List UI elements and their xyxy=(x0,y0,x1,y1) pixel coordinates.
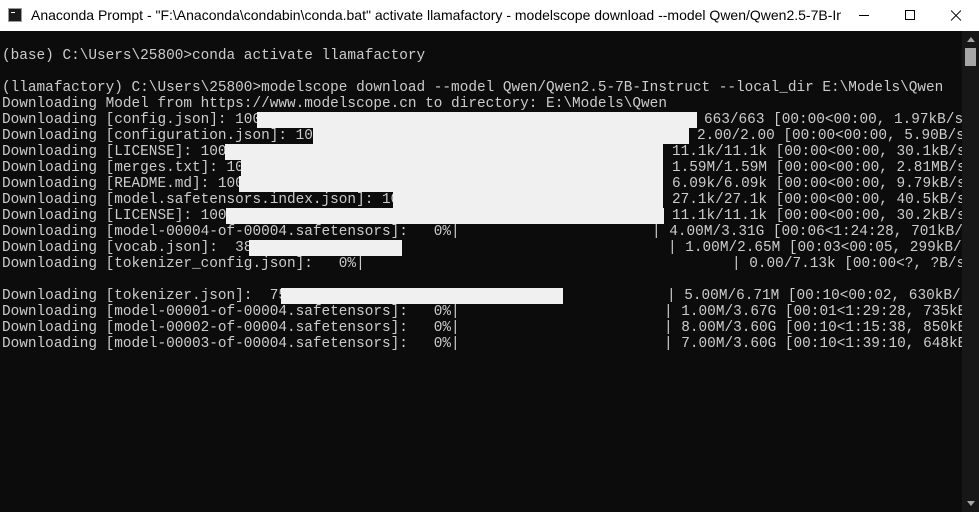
download-label: Downloading [LICENSE]: 100%| xyxy=(2,208,244,224)
download-label: Downloading [model.safetensors.index.jso… xyxy=(2,192,426,208)
terminal-window: Anaconda Prompt - "F:\Anaconda\condabin\… xyxy=(0,0,979,512)
download-stats: | 5.00M/6.71M [00:10<00:02, 630kB/s] xyxy=(667,288,962,304)
download-label: Downloading [configuration.json]: 100%| xyxy=(2,128,339,144)
scroll-up-icon[interactable] xyxy=(962,31,979,48)
info-line: Downloading Model from https://www.model… xyxy=(2,96,667,112)
download-stats: | 7.00M/3.60G [00:10<1:39:10, 648kB/s] xyxy=(664,336,962,352)
progress-bar-fill xyxy=(313,128,689,144)
progress-bar-fill xyxy=(257,112,697,128)
progress-bar-fill xyxy=(226,208,664,224)
download-stats: | 1.00M/3.67G [00:01<1:29:28, 735kB/s] xyxy=(664,304,962,320)
download-stats: 11.1k/11.1k [00:00<00:00, 30.1kB/s] xyxy=(672,144,962,160)
download-label: Downloading [README.md]: 100%| xyxy=(2,176,262,192)
window-title: Anaconda Prompt - "F:\Anaconda\condabin\… xyxy=(31,7,841,23)
download-stats: 11.1k/11.1k [00:00<00:00, 30.2kB/s] xyxy=(672,208,962,224)
download-stats: 1.59M/1.59M [00:00<00:00, 2.81MB/s] xyxy=(672,160,962,176)
download-label: Downloading [tokenizer.json]: 75%| xyxy=(2,288,305,304)
terminal-icon[interactable] xyxy=(8,8,22,22)
download-stats: 6.09k/6.09k [00:00<00:00, 9.79kB/s] xyxy=(672,176,962,192)
download-stats: | 8.00M/3.60G [00:10<1:15:38, 850kB/s] xyxy=(664,320,962,336)
download-stats: | 4.00M/3.31G [00:06<1:24:28, 701kB/s] xyxy=(652,224,962,240)
download-stats: | 1.00M/2.65M [00:03<00:05, 299kB/s] xyxy=(668,240,962,256)
download-label: Downloading [model-00003-of-00004.safete… xyxy=(2,336,460,352)
prompt-line: (base) C:\Users\25800>conda activate lla… xyxy=(2,48,426,64)
minimize-icon[interactable] xyxy=(841,0,887,31)
download-label: Downloading [model-00004-of-00004.safete… xyxy=(2,224,460,240)
download-stats: 2.00/2.00 [00:00<00:00, 5.90B/s] xyxy=(697,128,962,144)
scroll-thumb[interactable] xyxy=(965,48,976,66)
progress-bar-fill xyxy=(281,288,563,304)
download-stats: | 0.00/7.13k [00:00<?, ?B/s] xyxy=(732,256,962,272)
progress-bar-fill xyxy=(241,160,663,176)
vertical-scrollbar[interactable] xyxy=(962,31,979,512)
close-icon[interactable] xyxy=(933,0,979,31)
scroll-down-icon[interactable] xyxy=(962,495,979,512)
maximize-icon[interactable] xyxy=(887,0,933,31)
progress-bar-fill xyxy=(239,176,663,192)
download-label: Downloading [config.json]: 100%| xyxy=(2,112,279,128)
progress-bar-fill xyxy=(393,192,663,208)
download-stats: 27.1k/27.1k [00:00<00:00, 40.5kB/s] xyxy=(672,192,962,208)
download-label: Downloading [vocab.json]: 38%| xyxy=(2,240,270,256)
prompt-line: (llamafactory) C:\Users\25800>modelscope… xyxy=(2,80,944,96)
download-label: Downloading [model-00002-of-00004.safete… xyxy=(2,320,460,336)
progress-bar-fill xyxy=(249,240,402,256)
download-label: Downloading [merges.txt]: 100%| xyxy=(2,160,270,176)
title-bar[interactable]: Anaconda Prompt - "F:\Anaconda\condabin\… xyxy=(0,0,979,31)
download-label: Downloading [model-00001-of-00004.safete… xyxy=(2,304,460,320)
console-output[interactable]: (base) C:\Users\25800>conda activate lla… xyxy=(0,31,962,512)
download-label: Downloading [tokenizer_config.json]: 0%| xyxy=(2,256,365,272)
download-stats: 663/663 [00:00<00:00, 1.97kB/s] xyxy=(704,112,962,128)
progress-bar-fill xyxy=(225,144,663,160)
download-label: Downloading [LICENSE]: 100%| xyxy=(2,144,244,160)
